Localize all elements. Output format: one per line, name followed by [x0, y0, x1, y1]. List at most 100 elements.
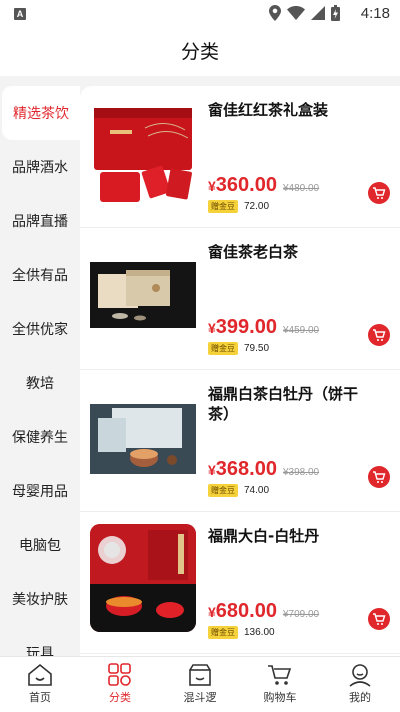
tab-label: 我的 [349, 691, 371, 704]
product-name[interactable]: 畲佳茶老白茶 [208, 242, 368, 262]
home-icon [28, 663, 52, 686]
sidebar-item-label: 保健养生 [12, 430, 68, 446]
add-to-cart-button[interactable] [368, 466, 390, 488]
product-card[interactable]: 福鼎白茶白牡丹（饼干茶） ¥368.00 ¥398.00 赠金豆 74.00 [80, 370, 400, 512]
sidebar-item-label: 品牌酒水 [12, 160, 68, 176]
price-value: 368.00 [215, 458, 277, 480]
original-price: ¥459.00 [282, 325, 320, 336]
bean-reward: 赠金豆 136.00 [208, 626, 275, 639]
signal-icon [311, 6, 325, 20]
tab-label: 购物车 [263, 691, 297, 704]
product-card[interactable]: 福鼎大白-白牡丹 ¥680.00 ¥709.00 赠金豆 136.00 [80, 512, 400, 654]
price-row: ¥680.00 ¥709.00 [208, 600, 319, 623]
price-row: ¥360.00 ¥480.00 [208, 174, 319, 197]
sidebar-item-laptop-bag[interactable]: 电脑包 [0, 518, 80, 572]
price-value: 680.00 [215, 600, 277, 622]
bean-badge: 赠金豆 [208, 626, 238, 639]
product-price: ¥368.00 [208, 458, 277, 481]
original-price: ¥398.00 [282, 467, 320, 478]
bean-value: 72.00 [244, 201, 270, 212]
sidebar-item-beauty[interactable]: 美妆护肤 [0, 572, 80, 626]
tab-label: 首页 [29, 691, 51, 704]
currency-symbol: ¥ [208, 462, 216, 478]
product-price: ¥399.00 [208, 316, 277, 339]
product-name[interactable]: 福鼎大白-白牡丹 [208, 526, 368, 546]
price-value: 399.00 [215, 316, 277, 338]
bean-reward: 赠金豆 74.00 [208, 484, 269, 497]
sidebar-item-quality[interactable]: 全供有品 [0, 248, 80, 302]
tab-home[interactable]: 首页 [0, 657, 80, 712]
product-image[interactable] [90, 98, 196, 206]
sidebar-item-label: 母婴用品 [12, 484, 68, 500]
sidebar-item-live[interactable]: 品牌直播 [0, 194, 80, 248]
tab-label: 分类 [109, 691, 131, 704]
sidebar-item-label: 玩具 [26, 646, 54, 656]
status-bar: A 4:18 [0, 0, 400, 28]
sidebar-item-tea[interactable]: 精选茶饮 [2, 86, 80, 140]
tab-profile[interactable]: 我的 [320, 657, 400, 712]
location-icon [269, 5, 281, 21]
sidebar-item-home[interactable]: 全供优家 [0, 302, 80, 356]
status-time: 4:18 [360, 5, 390, 22]
add-to-cart-button[interactable] [368, 608, 390, 630]
sidebar-item-label: 美妆护肤 [12, 592, 68, 608]
category-sidebar: 精选茶饮 品牌酒水 品牌直播 全供有品 全供优家 教培 保健养生 母婴用品 电脑… [0, 86, 80, 656]
sidebar-item-label: 电脑包 [19, 538, 61, 554]
product-image[interactable] [90, 524, 196, 632]
sidebar-item-toys[interactable]: 玩具 [0, 626, 80, 656]
sidebar-item-label: 精选茶饮 [13, 106, 69, 122]
wifi-icon [287, 6, 305, 20]
currency-symbol: ¥ [208, 178, 216, 194]
add-to-cart-button[interactable] [368, 324, 390, 346]
bean-badge: 赠金豆 [208, 200, 238, 213]
cart-icon [373, 187, 386, 199]
product-image[interactable] [90, 240, 196, 348]
shop-icon [189, 664, 211, 686]
bean-value: 79.50 [244, 343, 270, 354]
cart-icon [373, 329, 386, 341]
sidebar-item-label: 全供有品 [12, 268, 68, 284]
tab-category[interactable]: 分类 [80, 657, 160, 712]
price-row: ¥368.00 ¥398.00 [208, 458, 319, 481]
add-to-cart-button[interactable] [368, 182, 390, 204]
status-icons [269, 5, 340, 21]
tab-cart[interactable]: 购物车 [240, 657, 320, 712]
battery-icon [331, 5, 340, 21]
tab-shop[interactable]: 混斗逻 [160, 657, 240, 712]
bean-reward: 赠金豆 72.00 [208, 200, 269, 213]
category-icon [108, 663, 131, 686]
cart-icon [268, 665, 292, 685]
product-list: 畲佳红红茶礼盒装 ¥360.00 ¥480.00 赠金豆 72.00 畲佳茶老白… [80, 86, 400, 656]
sidebar-item-baby[interactable]: 母婴用品 [0, 464, 80, 518]
product-image[interactable] [90, 382, 196, 490]
sidebar-item-liquor[interactable]: 品牌酒水 [0, 140, 80, 194]
product-card[interactable]: 畲佳茶老白茶 ¥399.00 ¥459.00 赠金豆 79.50 [80, 228, 400, 370]
sidebar-item-label: 品牌直播 [12, 214, 68, 230]
product-card[interactable]: 畲佳红红茶礼盒装 ¥360.00 ¥480.00 赠金豆 72.00 [80, 86, 400, 228]
cart-icon [373, 613, 386, 625]
original-price: ¥709.00 [282, 609, 320, 620]
app-notification-icon: A [14, 8, 26, 20]
currency-symbol: ¥ [208, 320, 216, 336]
bean-badge: 赠金豆 [208, 342, 238, 355]
page-title: 分类 [180, 41, 219, 63]
currency-symbol: ¥ [208, 604, 216, 620]
bean-reward: 赠金豆 79.50 [208, 342, 269, 355]
original-price: ¥480.00 [282, 183, 320, 194]
product-price: ¥680.00 [208, 600, 277, 623]
bean-badge: 赠金豆 [208, 484, 238, 497]
bean-value: 74.00 [244, 485, 270, 496]
sidebar-item-education[interactable]: 教培 [0, 356, 80, 410]
page-header: 分类 [0, 28, 400, 76]
tab-label: 混斗逻 [183, 691, 217, 704]
product-name[interactable]: 畲佳红红茶礼盒装 [208, 100, 368, 120]
product-name[interactable]: 福鼎白茶白牡丹（饼干茶） [208, 384, 368, 424]
bean-value: 136.00 [244, 627, 275, 638]
price-row: ¥399.00 ¥459.00 [208, 316, 319, 339]
product-price: ¥360.00 [208, 174, 277, 197]
bottom-tab-bar: 首页 分类 混斗逻 购物车 我的 [0, 656, 400, 712]
sidebar-item-health[interactable]: 保健养生 [0, 410, 80, 464]
price-value: 360.00 [215, 174, 277, 196]
sidebar-item-label: 教培 [26, 376, 54, 392]
profile-icon [349, 664, 371, 687]
